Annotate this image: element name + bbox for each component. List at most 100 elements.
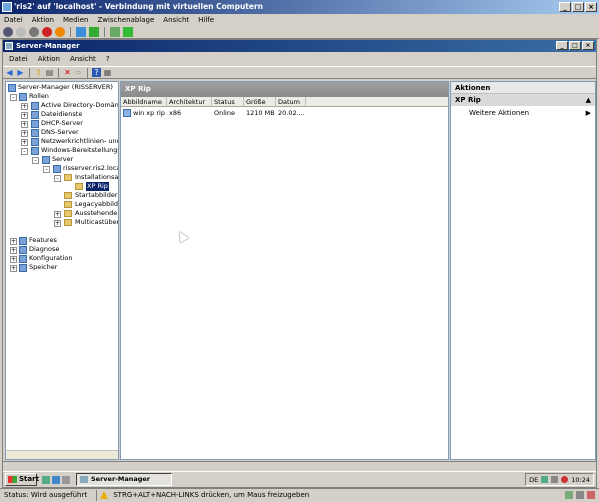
ctrl-alt-del-icon[interactable] — [3, 26, 13, 37]
tree-node-xp-rip-selected[interactable]: XP Rip — [86, 182, 109, 191]
vm-menu-aktion[interactable]: Aktion — [32, 16, 54, 24]
server-manager-title-bar: Server-Manager _ □ × — [3, 40, 596, 52]
up-folder-icon[interactable]: ⇧ — [34, 68, 43, 77]
volume-tray-icon[interactable] — [551, 476, 559, 483]
revert-icon[interactable] — [123, 26, 133, 37]
expand-icon[interactable]: + — [10, 256, 17, 263]
expand-icon[interactable]: + — [54, 211, 61, 218]
tree-node-configuration[interactable]: Konfiguration — [29, 254, 72, 263]
tree-horizontal-scrollbar[interactable] — [6, 450, 118, 459]
show-hide-tree-icon[interactable]: ▤ — [45, 68, 54, 77]
expand-icon[interactable]: + — [21, 112, 28, 119]
tree-node-ad[interactable]: Active Directory-Domänend — [41, 101, 118, 110]
vm-menu-zwischenablage[interactable]: Zwischenablage — [97, 16, 154, 24]
tree-node-boot-images[interactable]: Startabbilder — [75, 191, 118, 200]
tree-node-wds[interactable]: Windows-Bereitstellungsdie — [41, 146, 118, 155]
language-indicator[interactable]: DE — [529, 476, 538, 484]
sm-menu-aktion[interactable]: Aktion — [38, 55, 60, 63]
tree-node-nps[interactable]: Netzwerkrichtlinien- und Zu — [41, 137, 118, 146]
sm-menu-ansicht[interactable]: Ansicht — [70, 55, 96, 63]
back-icon[interactable]: ◀ — [5, 68, 14, 77]
tree-node-install-images[interactable]: Installationsabb — [75, 173, 118, 182]
close-button[interactable]: × — [585, 2, 597, 12]
expand-icon[interactable]: + — [54, 220, 61, 227]
sm-close-button[interactable]: × — [582, 41, 594, 50]
show-action-pane-icon[interactable]: ▦ — [103, 68, 112, 77]
expand-icon[interactable]: + — [21, 139, 28, 146]
server-icon — [53, 165, 61, 173]
tree-node-diagnose[interactable]: Diagnose — [29, 245, 59, 254]
expand-icon[interactable]: + — [21, 130, 28, 137]
taskbar-server-manager-button[interactable]: Server-Manager — [76, 473, 172, 486]
column-header-image-name[interactable]: Abbildname — [121, 97, 167, 106]
expand-icon[interactable]: + — [10, 238, 17, 245]
tree-node-server-manager[interactable]: Server-Manager (RISSERVER) — [18, 83, 113, 92]
save-state-icon[interactable] — [55, 26, 65, 37]
delete-icon[interactable]: ✕ — [63, 68, 72, 77]
actions-pane: Aktionen XP Rip ▲ Weitere Aktionen ▶ — [450, 81, 596, 460]
column-header-date[interactable]: Datum — [276, 97, 306, 106]
collapse-icon[interactable]: - — [43, 166, 50, 173]
actions-section-label: XP Rip — [455, 96, 481, 104]
forward-icon[interactable]: ▶ — [16, 68, 25, 77]
vm-menu-hilfe[interactable]: Hilfe — [198, 16, 214, 24]
quicklaunch-explorer-icon[interactable] — [62, 475, 70, 484]
tree-node-dns[interactable]: DNS-Server — [41, 128, 79, 137]
collapse-icon[interactable]: - — [21, 148, 28, 155]
expand-icon[interactable]: + — [10, 265, 17, 272]
turn-off-icon[interactable] — [29, 26, 39, 37]
tree-node-legacy-images[interactable]: Legacyabbilder — [75, 200, 118, 209]
console-tree: Server-Manager (RISSERVER) - Rollen + Ac… — [5, 81, 119, 460]
guest-desktop: Server-Manager _ □ × Datei Aktion Ansich… — [2, 39, 597, 488]
start-icon[interactable] — [16, 26, 26, 37]
quicklaunch-server-manager-icon[interactable] — [42, 475, 50, 484]
shutdown-icon[interactable] — [42, 26, 52, 37]
tree-node-risserver[interactable]: risserver.ris2.local — [63, 164, 118, 173]
minimize-button[interactable]: _ — [559, 2, 571, 12]
clock[interactable]: 10:24 — [571, 476, 590, 484]
toolbar-separator — [104, 26, 105, 37]
maximize-button[interactable]: □ — [572, 2, 584, 12]
help-icon[interactable]: ? — [92, 68, 101, 77]
tree-node-pending-devices[interactable]: Ausstehende G — [75, 209, 118, 218]
action-more-actions[interactable]: Weitere Aktionen ▶ — [451, 106, 595, 120]
reset-icon[interactable] — [89, 26, 99, 37]
quicklaunch-powershell-icon[interactable] — [52, 475, 60, 484]
vm-menu-datei[interactable]: Datei — [4, 16, 23, 24]
tree-node-multicast[interactable]: Multicastübertr — [75, 218, 118, 227]
table-row[interactable]: win xp rip x86 Online 1210 MB 20.02.... — [121, 108, 448, 118]
sm-menu-help[interactable]: ? — [106, 55, 110, 63]
collapse-icon[interactable]: - — [54, 175, 61, 182]
expand-icon[interactable]: + — [10, 247, 17, 254]
column-header-architecture[interactable]: Architektur — [167, 97, 212, 106]
expand-icon[interactable]: + — [21, 103, 28, 110]
snapshot-icon[interactable] — [110, 26, 120, 37]
warning-icon — [100, 491, 108, 499]
vm-menu-medien[interactable]: Medien — [63, 16, 88, 24]
tree-node-dhcp[interactable]: DHCP-Server — [41, 119, 83, 128]
sm-minimize-button[interactable]: _ — [556, 41, 568, 50]
start-button[interactable]: Start — [5, 473, 39, 486]
taskbar: Start Server-Manager DE 10:24 — [3, 471, 596, 487]
tree-node-features[interactable]: Features — [29, 236, 57, 245]
sm-menu-datei[interactable]: Datei — [9, 55, 28, 63]
sm-maximize-button[interactable]: □ — [569, 41, 581, 50]
tree-node-file-services[interactable]: Dateidienste — [41, 110, 82, 119]
column-header-status[interactable]: Status — [212, 97, 244, 106]
vm-menu-ansicht[interactable]: Ansicht — [163, 16, 189, 24]
vm-status-icons — [565, 491, 595, 499]
alert-tray-icon[interactable] — [561, 476, 569, 483]
actions-section-header[interactable]: XP Rip ▲ — [451, 94, 595, 106]
column-header-size[interactable]: Größe — [244, 97, 276, 106]
collapse-icon[interactable]: - — [10, 94, 17, 101]
export-icon[interactable]: ⇨ — [74, 68, 83, 77]
network-tray-icon[interactable] — [541, 476, 549, 483]
folder-open-icon — [75, 183, 83, 190]
collapse-icon[interactable]: - — [32, 157, 39, 164]
tree-node-storage[interactable]: Speicher — [29, 263, 57, 272]
pause-icon[interactable] — [76, 26, 86, 37]
tree-node-roles[interactable]: Rollen — [29, 92, 49, 101]
expand-icon[interactable]: + — [21, 121, 28, 128]
tree-node-server[interactable]: Server — [52, 155, 73, 164]
collapse-arrow-icon[interactable]: ▲ — [586, 94, 591, 106]
